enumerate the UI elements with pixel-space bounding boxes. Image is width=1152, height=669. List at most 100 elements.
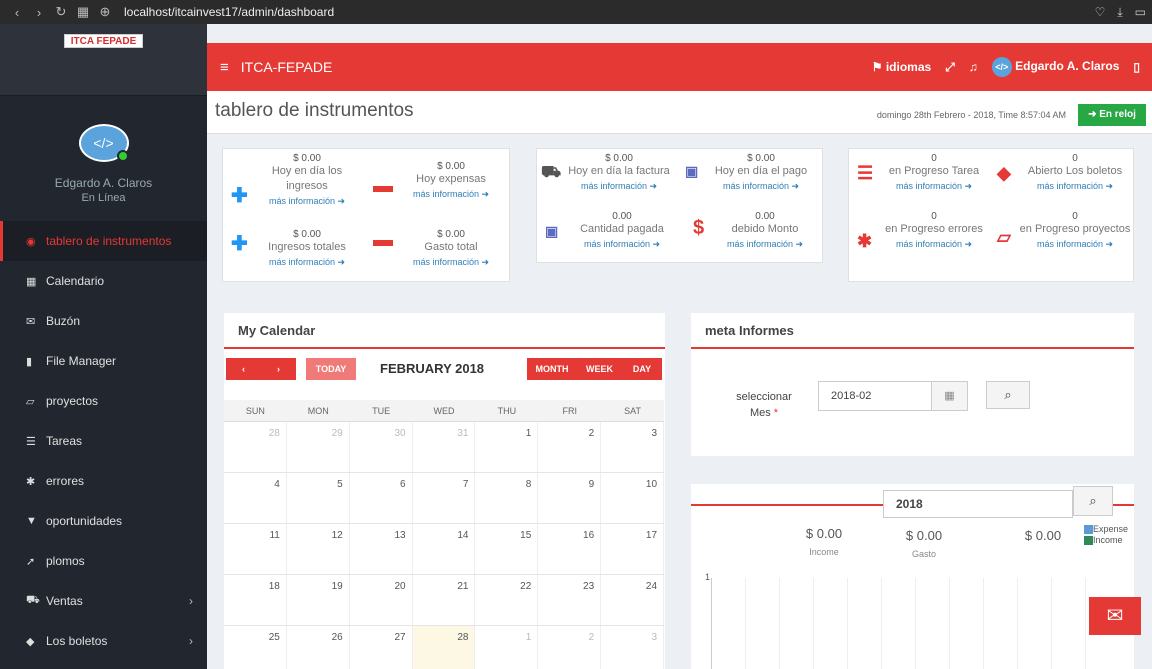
- progress-box: ☰ 0 en Progreso Tarea más información ➜ ◆ …: [848, 148, 1134, 282]
- more-info-link[interactable]: más información ➜: [559, 181, 679, 192]
- sidebar-item-leads[interactable]: ➚ plomos: [0, 541, 207, 581]
- calendar-day[interactable]: 12: [287, 524, 350, 574]
- sidebar-item-file-manager[interactable]: ▮ File Manager: [0, 341, 207, 381]
- more-info-link[interactable]: más información ➜: [709, 239, 821, 250]
- calendar-day[interactable]: 21: [413, 575, 476, 625]
- calendar-day[interactable]: 16: [538, 524, 602, 574]
- sidebar-item-label: plomos: [46, 554, 85, 568]
- clock-in-label: En reloj: [1099, 109, 1136, 120]
- calendar-day[interactable]: 28: [224, 422, 287, 472]
- calendar-today-button[interactable]: TODAY: [306, 358, 356, 380]
- sidebar-item-tasks[interactable]: ☰ Tareas: [0, 421, 207, 461]
- calendar-day[interactable]: 8: [475, 473, 539, 523]
- calendar-day[interactable]: 29: [287, 422, 350, 472]
- logout-icon[interactable]: ▯: [1133, 60, 1140, 74]
- bell-icon[interactable]: ♫: [969, 60, 978, 74]
- income-label: Income: [809, 547, 839, 557]
- user-menu[interactable]: </> Edgardo A. Claros: [991, 57, 1119, 77]
- search-button[interactable]: ⌕: [986, 381, 1030, 409]
- more-info-link[interactable]: más información ➜: [251, 196, 363, 207]
- chat-button[interactable]: ✉: [1089, 597, 1141, 635]
- calendar-day[interactable]: 23: [538, 575, 602, 625]
- calendar-day[interactable]: 1: [475, 422, 539, 472]
- more-info-link[interactable]: más información ➜: [877, 239, 991, 250]
- calendar-day[interactable]: 7: [413, 473, 476, 523]
- calendar-day[interactable]: 14: [413, 524, 476, 574]
- plus-icon: ✚: [231, 185, 248, 207]
- calendar-day[interactable]: 2: [538, 626, 602, 669]
- calendar-day[interactable]: 11: [224, 524, 287, 574]
- calendar-day[interactable]: 24: [601, 575, 665, 625]
- calendar-day[interactable]: 26: [287, 626, 350, 669]
- more-info-link[interactable]: más información ➜: [395, 189, 507, 200]
- fullscreen-icon[interactable]: ⤢: [945, 60, 955, 75]
- address-bar[interactable]: localhost/itcainvest17/admin/dashboard: [124, 5, 334, 19]
- calendar-day[interactable]: 13: [350, 524, 413, 574]
- sidebar-item-bugs[interactable]: ✱ errores: [0, 461, 207, 501]
- sidebar-item-opportunities[interactable]: ▼ oportunidades: [0, 501, 207, 541]
- goal-report-title: meta Informes: [691, 313, 1134, 349]
- more-info-link[interactable]: más información ➜: [565, 239, 679, 250]
- day-view-button[interactable]: DAY: [622, 358, 662, 380]
- calendar-day-today[interactable]: 28: [412, 626, 476, 669]
- more-info-link[interactable]: más información ➜: [251, 257, 363, 268]
- sidebar-item-tickets[interactable]: ◆ Los boletos ›: [0, 621, 207, 661]
- apps-icon[interactable]: ▦: [72, 4, 94, 20]
- required-mark: *: [773, 407, 779, 419]
- calendar-day[interactable]: 9: [538, 473, 602, 523]
- sidebar-item-sales[interactable]: ⛟ Ventas ›: [0, 581, 207, 621]
- calendar-day[interactable]: 15: [475, 524, 539, 574]
- sidebar-item-dashboard[interactable]: ◉ tablero de instrumentos: [0, 221, 207, 261]
- heart-icon[interactable]: ♡: [1095, 5, 1106, 20]
- year-input[interactable]: 2018: [883, 490, 1073, 518]
- clock-in-button[interactable]: ➜ En reloj: [1078, 104, 1146, 126]
- week-view-button[interactable]: WEEK: [577, 358, 622, 380]
- chat-icon: ✉: [1106, 605, 1124, 627]
- language-menu[interactable]: ⚑ idiomas: [872, 60, 931, 74]
- download-icon[interactable]: ⤓: [1117, 5, 1122, 20]
- calendar-day[interactable]: 27: [350, 626, 413, 669]
- calendar-day[interactable]: 20: [350, 575, 413, 625]
- more-info-link[interactable]: más información ➜: [701, 181, 821, 192]
- sidebar-item-calendar[interactable]: ▦ Calendario: [0, 261, 207, 301]
- calendar-next-button[interactable]: ›: [261, 358, 296, 380]
- more-info-link[interactable]: más información ➜: [395, 257, 507, 268]
- menu-toggle-icon[interactable]: ≡: [220, 59, 229, 76]
- calendar-day[interactable]: 17: [601, 524, 665, 574]
- forward-icon[interactable]: ›: [28, 5, 50, 20]
- calendar-day[interactable]: 30: [350, 422, 413, 472]
- logo[interactable]: ITCA FEPADE: [0, 24, 207, 96]
- calendar-day[interactable]: 4: [224, 473, 287, 523]
- calendar-day[interactable]: 2: [538, 422, 602, 472]
- more-info-link[interactable]: más información ➜: [877, 181, 991, 192]
- calendar-day[interactable]: 22: [475, 575, 539, 625]
- calendar-day[interactable]: 19: [287, 575, 350, 625]
- more-info-label: más información: [726, 239, 793, 249]
- month-view-button[interactable]: MONTH: [527, 358, 577, 380]
- logo-text: ITCA FEPADE: [63, 34, 144, 48]
- calendar-day[interactable]: 6: [350, 473, 413, 523]
- reload-icon[interactable]: ↻: [50, 4, 72, 20]
- more-info-link[interactable]: más información ➜: [1017, 239, 1133, 250]
- more-info-link[interactable]: más información ➜: [1017, 181, 1133, 192]
- calendar-prev-button[interactable]: ‹: [226, 358, 261, 380]
- calendar-day[interactable]: 18: [224, 575, 287, 625]
- sidebar-item-label: Tareas: [46, 434, 83, 448]
- calendar-day[interactable]: 10: [601, 473, 665, 523]
- calendar-icon[interactable]: ▦: [931, 382, 967, 410]
- stat-label: en Progreso errores: [885, 223, 983, 235]
- weekday-label: SUN: [245, 406, 265, 416]
- calendar-day[interactable]: 3: [601, 422, 665, 472]
- sidebar-item-mailbox[interactable]: ✉ Buzón: [0, 301, 207, 341]
- month-input[interactable]: 2018-02 ▦: [818, 381, 968, 411]
- sidebar-item-projects[interactable]: ▱ proyectos: [0, 381, 207, 421]
- calendar-day[interactable]: 5: [287, 473, 350, 523]
- chevron-right-icon: ›: [189, 594, 193, 608]
- back-icon[interactable]: ‹: [6, 5, 28, 20]
- calendar-day[interactable]: 1: [475, 626, 539, 669]
- year-search-button[interactable]: ⌕: [1073, 486, 1113, 516]
- calendar-day[interactable]: 25: [224, 626, 287, 669]
- month-select-label: seleccionar Mes *: [729, 389, 799, 421]
- calendar-day[interactable]: 3: [601, 626, 665, 669]
- calendar-day[interactable]: 31: [413, 422, 476, 472]
